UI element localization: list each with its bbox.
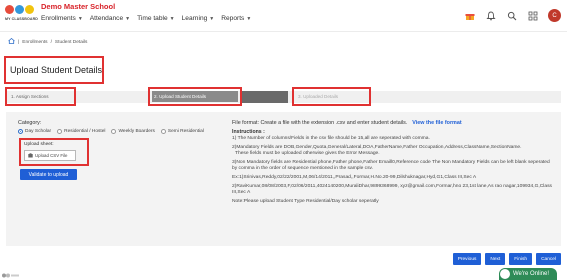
instruction-line: 2)RaviKumar,08/08/2003,F,02/06/2011,4024…	[232, 184, 552, 195]
chevron-down-icon: ▼	[209, 15, 215, 22]
logo-text: MY CLASSBOARD	[5, 17, 38, 21]
menu-enrollments[interactable]: Enrollments ▼	[41, 15, 83, 22]
footer-logo-icon	[2, 273, 20, 279]
home-icon[interactable]	[8, 37, 15, 46]
bell-icon[interactable]	[485, 10, 497, 22]
menu-reports[interactable]: Reports ▼	[221, 15, 251, 22]
grid-icon[interactable]	[527, 10, 539, 22]
instruction-line: 3)Non Mandatory fields are Residential p…	[232, 160, 550, 171]
upload-sheet-label: Upload sheet:	[24, 142, 54, 147]
upload-csv-button[interactable]: Upload CSV File	[24, 150, 76, 161]
chevron-down-icon: ▼	[125, 15, 131, 22]
breadcrumb-enrollments[interactable]: Enrollments	[22, 40, 47, 45]
previous-button[interactable]: Previous	[452, 253, 482, 265]
gift-icon[interactable]	[464, 10, 476, 22]
school-name: Demo Master School	[41, 2, 116, 11]
finish-button[interactable]: Finish	[509, 253, 533, 265]
step-progress-indicator	[242, 91, 288, 103]
menu-time-table[interactable]: Time table ▼	[137, 15, 175, 22]
page-title-highlight: Upload Student Details	[4, 56, 104, 84]
radio-day-scholar[interactable]: Day Scholar	[18, 129, 51, 134]
radio-empty-icon	[111, 129, 117, 134]
chevron-down-icon: ▼	[77, 15, 83, 22]
radio-empty-icon	[160, 129, 166, 134]
school-logo[interactable]: MY CLASSBOARD	[5, 3, 38, 25]
instruction-line: 1) The Number of columns/Fields in the c…	[232, 136, 430, 141]
radio-selected-icon	[18, 129, 23, 134]
avatar[interactable]: C	[548, 9, 561, 22]
instruction-line: Ex:1)Srinivas,Reddy,02/22/2001,M,06/14/2…	[232, 175, 477, 180]
file-format-text: File format: Create a file with the exte…	[232, 120, 462, 126]
upload-sheet-highlight: Upload sheet: Upload CSV File	[19, 138, 89, 166]
radio-weekly-boarders[interactable]: Weekly Boarders	[111, 129, 155, 134]
step-upload-student-details[interactable]: 2. Upload Student Details	[148, 87, 242, 106]
step-assign-sections[interactable]: 1. Assign Sections	[5, 87, 76, 106]
live-chat-button[interactable]: We're Online!	[498, 268, 557, 280]
instruction-line: Note:Please upload Student Type Resident…	[232, 199, 379, 204]
menu-attendance[interactable]: Attendance ▼	[90, 15, 130, 22]
next-button[interactable]: Next	[485, 253, 506, 265]
upload-panel: Category: Day Scholar Residential / Host…	[6, 112, 561, 246]
chevron-down-icon: ▼	[169, 15, 175, 22]
instructions-title: Instructions :	[232, 129, 265, 135]
validate-upload-button[interactable]: Validate to upload	[20, 169, 77, 180]
wizard-actions: Previous Next Finish Cancel	[452, 253, 561, 265]
wizard-steps: 1. Assign Sections 2. Upload Student Det…	[5, 87, 561, 106]
cancel-button[interactable]: Cancel	[536, 253, 561, 265]
category-label: Category:	[18, 120, 42, 126]
main-menu: Enrollments ▼ Attendance ▼ Time table ▼ Lea…	[41, 15, 251, 22]
instruction-line: These fields must be uploaded otherwise …	[235, 151, 380, 156]
upload-icon	[28, 152, 33, 159]
breadcrumb-separator: |	[18, 39, 20, 45]
online-label: We're Online!	[512, 271, 549, 277]
chat-icon	[499, 269, 510, 279]
chevron-down-icon: ▼	[246, 15, 252, 22]
category-radio-group: Day Scholar Residential / Hostel Weekly …	[18, 129, 204, 134]
logo-mark-icon	[5, 5, 34, 14]
radio-residential-hostel[interactable]: Residential / Hostel	[57, 129, 105, 134]
top-navbar: MY CLASSBOARD Demo Master School Enrollm…	[0, 0, 567, 32]
instructions-block: File format: Create a file with the exte…	[232, 120, 554, 208]
breadcrumb: | Enrollments / Student Details	[8, 37, 88, 46]
breadcrumb-student-details: Student Details	[54, 39, 88, 45]
search-icon[interactable]	[506, 10, 518, 22]
menu-learning[interactable]: Learning ▼	[182, 15, 215, 22]
radio-empty-icon	[57, 129, 63, 134]
breadcrumb-separator: /	[50, 39, 52, 45]
view-file-format-link[interactable]: View the file format	[412, 120, 461, 126]
header-actions: C	[464, 9, 561, 22]
step-uploaded-details[interactable]: 3. Uploaded Details	[292, 87, 371, 106]
page-title: Upload Student Details	[10, 65, 103, 75]
radio-semi-residential[interactable]: Semi Residential	[160, 129, 204, 134]
